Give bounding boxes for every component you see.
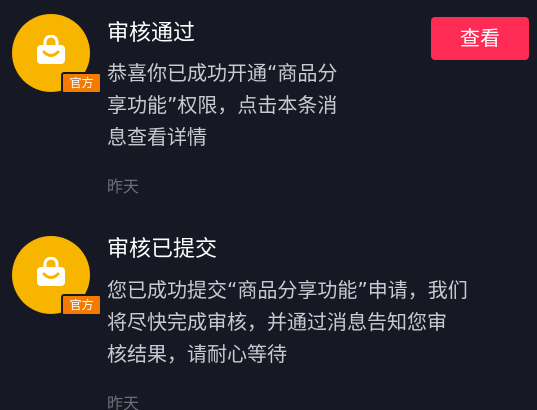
notification-body: 恭喜你已成功开通“商品分 享功能”权限，点击本条消 息查看详情	[107, 57, 337, 153]
official-avatar: 官方	[12, 14, 102, 94]
shopping-bag-icon	[37, 35, 65, 64]
notification-body-line: 将尽快完成审核，并通过消息告知您审	[107, 310, 447, 334]
notification-list: 官方 审核通过 恭喜你已成功开通“商品分 享功能”权限，点击本条消 息查看详情 …	[0, 0, 537, 410]
notification-body-line: 恭喜你已成功开通“商品分	[107, 61, 338, 85]
official-avatar: 官方	[12, 236, 102, 316]
notification-time: 昨天	[107, 177, 140, 196]
notification-title: 审核通过	[107, 21, 196, 46]
notification-time: 昨天	[107, 394, 140, 410]
notification-body-line: 您已成功提交“商品分享功能”申请，我们	[107, 278, 468, 302]
notification-body-line: 享功能”权限，点击本条消	[107, 93, 338, 117]
shopping-bag-icon	[37, 257, 65, 286]
official-badge: 官方	[61, 72, 102, 94]
notification-body-line: 息查看详情	[107, 125, 207, 149]
view-button[interactable]: 查看	[431, 17, 529, 60]
official-badge: 官方	[61, 294, 102, 316]
notification-body: 您已成功提交“商品分享功能”申请，我们 将尽快完成审核，并通过消息告知您审 核结…	[107, 274, 468, 370]
notification-body-line: 核结果，请耐心等待	[107, 342, 287, 366]
notification-title: 审核已提交	[107, 237, 218, 262]
